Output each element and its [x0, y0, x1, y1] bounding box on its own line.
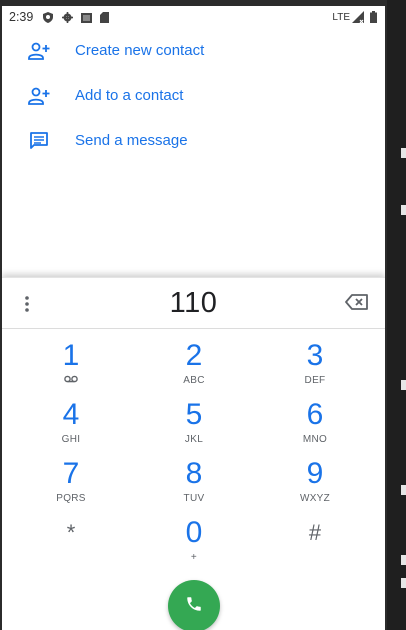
key-digit: #	[308, 520, 322, 545]
key-letters: +	[190, 552, 198, 563]
key-letters: MNO	[302, 434, 328, 445]
add-to-contact-label: Add to a contact	[75, 87, 184, 104]
sim-card-icon	[81, 12, 93, 23]
key-9[interactable]: 9 WXYZ	[270, 458, 360, 514]
call-button[interactable]	[168, 580, 220, 630]
key-2[interactable]: 2 ABC	[149, 340, 239, 396]
key-letters: GHI	[61, 434, 81, 445]
key-letters: JKL	[184, 434, 204, 445]
network-type: LTE	[332, 11, 350, 23]
key-0[interactable]: 0 +	[149, 517, 239, 573]
voicemail-icon	[26, 374, 116, 387]
status-bar: 2:39 LTE	[2, 6, 385, 28]
phone-screen: 2:39 LTE Create new contact Add to a con…	[2, 6, 385, 630]
dialpad-sheet: 110 1 2 ABC 3 DEF 4 GHI 5 JKL 6 MNO 7 PQ…	[2, 277, 385, 630]
dialed-number[interactable]: 110	[170, 287, 218, 320]
sd-card-icon	[100, 12, 110, 23]
key-digit: 8	[185, 457, 203, 490]
edge-artifact	[401, 148, 406, 158]
key-digit: 3	[306, 339, 324, 372]
key-3[interactable]: 3 DEF	[270, 340, 360, 396]
key-letters: DEF	[304, 375, 326, 386]
key-letters: PQRS	[56, 493, 86, 504]
key-digit: *	[66, 520, 76, 545]
key-letters: TUV	[183, 493, 205, 504]
key-digit: 5	[185, 398, 203, 431]
key-1[interactable]: 1	[26, 340, 116, 396]
key-digit: 4	[62, 398, 80, 431]
key-8[interactable]: 8 TUV	[149, 458, 239, 514]
key-digit: 7	[62, 457, 80, 490]
key-digit: 1	[62, 339, 80, 372]
contact-actions-list: Create new contact Add to a contact Send…	[2, 28, 385, 163]
key-6[interactable]: 6 MNO	[270, 399, 360, 455]
create-new-contact-label: Create new contact	[75, 42, 205, 59]
edge-artifact	[401, 380, 406, 390]
send-message-item[interactable]: Send a message	[2, 118, 385, 163]
create-new-contact-item[interactable]: Create new contact	[2, 28, 385, 73]
send-message-label: Send a message	[75, 132, 188, 149]
add-to-contact-item[interactable]: Add to a contact	[2, 73, 385, 118]
edge-artifact	[401, 578, 406, 588]
key-star[interactable]: *	[26, 517, 116, 573]
battery-icon	[370, 11, 377, 23]
edge-artifact	[401, 205, 406, 215]
edge-artifact	[401, 555, 406, 565]
key-7[interactable]: 7 PQRS	[26, 458, 116, 514]
key-digit: 2	[185, 339, 203, 372]
phone-icon	[185, 595, 203, 618]
status-time: 2:39	[9, 10, 34, 24]
person-add-icon	[27, 39, 51, 63]
key-digit: 9	[306, 457, 324, 490]
key-4[interactable]: 4 GHI	[26, 399, 116, 455]
dialed-number-row: 110	[2, 278, 385, 329]
signal-icon	[352, 11, 364, 24]
edge-artifact	[401, 485, 406, 495]
key-letters: ABC	[183, 375, 205, 386]
gear-icon	[62, 12, 74, 23]
shield-icon	[43, 12, 54, 23]
backspace-icon[interactable]	[345, 294, 371, 312]
person-add-icon	[27, 84, 51, 108]
key-digit: 6	[306, 398, 324, 431]
key-letters: WXYZ	[299, 493, 331, 504]
background-edge	[387, 0, 406, 630]
key-hash[interactable]: #	[270, 517, 360, 573]
message-icon	[27, 129, 51, 153]
key-5[interactable]: 5 JKL	[149, 399, 239, 455]
more-options-icon[interactable]	[20, 294, 34, 314]
key-digit: 0	[185, 516, 203, 549]
